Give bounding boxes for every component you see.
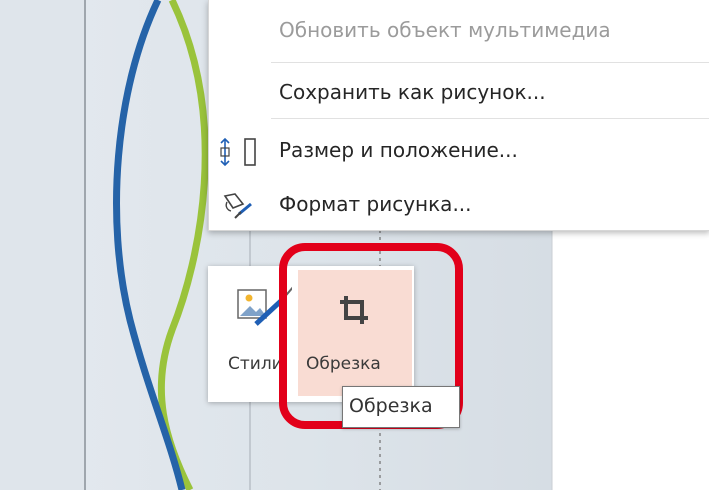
size-position-icon (220, 137, 256, 167)
context-menu: Обновить объект мультимедиа Сохранить ка… (208, 0, 709, 231)
menu-item-size-position-label: Размер и положение... (279, 138, 518, 162)
crop-tooltip: Обрезка (342, 386, 460, 428)
menu-item-format-picture[interactable]: Формат рисунка... (209, 178, 709, 234)
menu-item-update-media-label: Обновить объект мультимедиа (279, 18, 611, 42)
picture-styles-label: Стили (228, 354, 283, 374)
menu-item-save-as-picture-label: Сохранить как рисунок... (279, 80, 546, 104)
menu-item-format-picture-label: Формат рисунка... (279, 192, 472, 216)
format-picture-icon (223, 193, 252, 219)
menu-separator (271, 118, 709, 119)
menu-item-size-position[interactable]: Размер и положение... (209, 124, 709, 180)
crop-tooltip-text: Обрезка (349, 395, 433, 417)
menu-item-update-media: Обновить объект мультимедиа (209, 4, 709, 60)
menu-separator (271, 62, 709, 63)
menu-item-save-as-picture[interactable]: Сохранить как рисунок... (209, 66, 709, 122)
